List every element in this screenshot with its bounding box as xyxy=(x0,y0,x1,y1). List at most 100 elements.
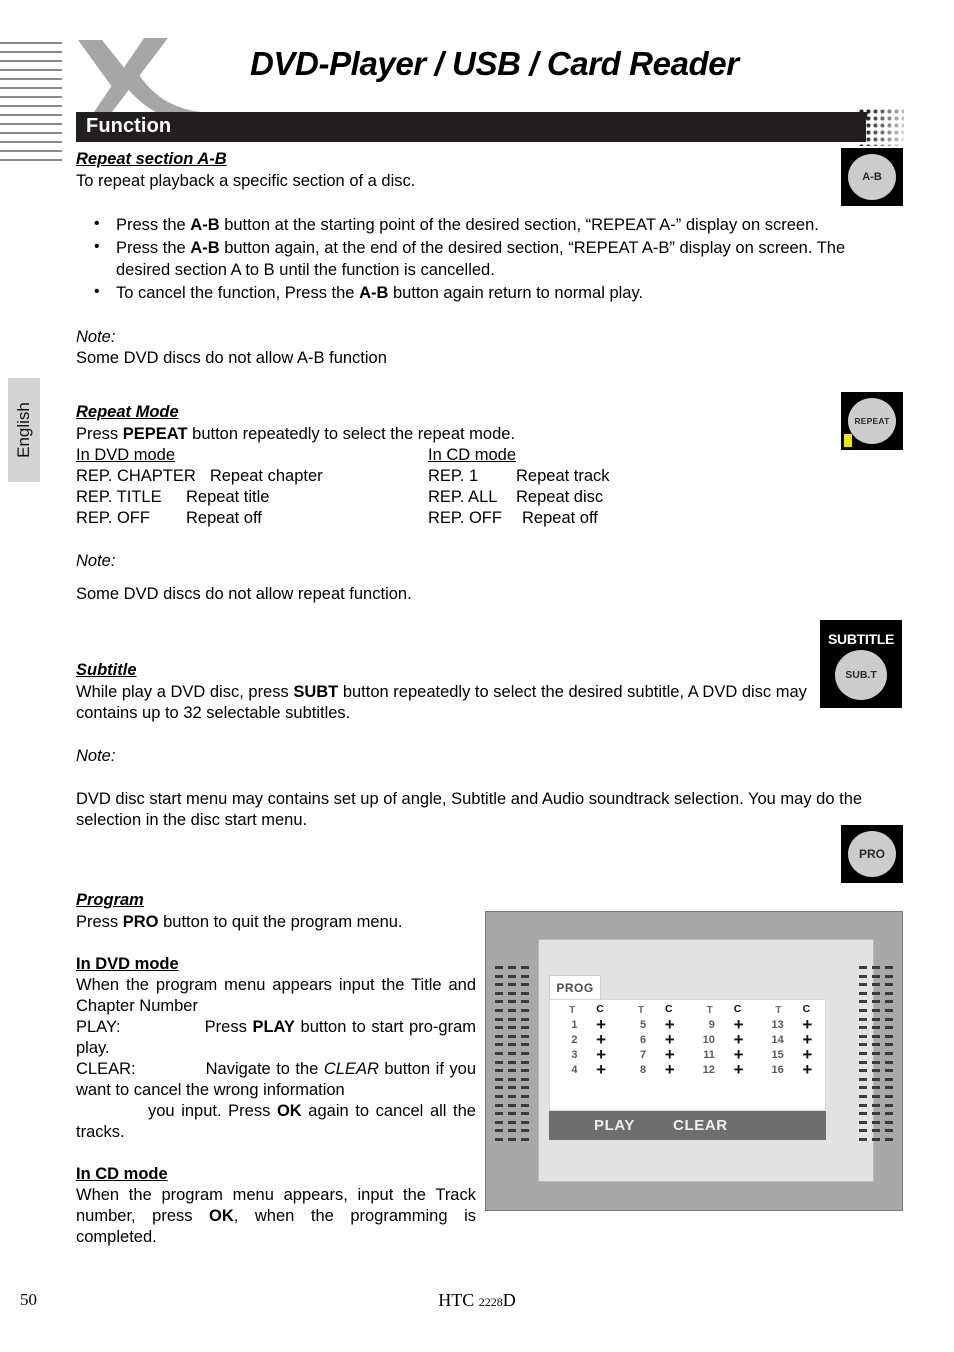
repeat-mode-intro: Press PEPEAT button repeatedly to select… xyxy=(76,424,898,445)
grille-dash xyxy=(859,991,867,995)
section-bar-halftone xyxy=(858,108,904,146)
cell-cd-key: REP. OFF xyxy=(428,509,502,527)
osd-col-header-title: T xyxy=(775,1003,784,1016)
subtitle-body-key: SUBT xyxy=(293,683,339,701)
cell-dvd-key: REP. TITLE xyxy=(76,488,162,506)
speaker-grille-left-icon xyxy=(495,966,529,1148)
list-item: To cancel the function, Press the A-B bu… xyxy=(76,281,898,304)
repeat-mode-table: In DVD mode In CD mode REP. CHAPTER Repea… xyxy=(76,445,898,529)
grille-dash xyxy=(508,1086,516,1090)
language-tab-label: English xyxy=(14,402,34,458)
grille-dash xyxy=(508,983,516,987)
grille-row xyxy=(495,1112,529,1116)
grille-dash xyxy=(508,974,516,978)
grille-dash xyxy=(885,983,893,987)
grille-row xyxy=(495,1034,529,1038)
subtitle-heading: Subtitle xyxy=(76,661,137,679)
section-bar-label: Function xyxy=(86,115,172,137)
grille-dash xyxy=(872,1008,880,1012)
language-tab-english[interactable]: English xyxy=(8,378,40,482)
osd-clear-button[interactable]: CLEAR xyxy=(673,1117,728,1134)
grille-dash xyxy=(521,1026,529,1030)
grille-dash xyxy=(495,991,503,995)
osd-entry-number: 14 xyxy=(771,1033,784,1046)
table-row: 2 +6 +10 +14 + xyxy=(550,1031,825,1048)
grille-dash xyxy=(885,1008,893,1012)
grille-dash xyxy=(495,1051,503,1055)
osd-entry-mark[interactable]: + xyxy=(721,1061,756,1078)
program-intro-post: button to quit the program menu. xyxy=(158,913,403,931)
grille-dash xyxy=(872,1069,880,1073)
section-repeat-mode: Repeat Mode Press PEPEAT button repeated… xyxy=(76,403,898,605)
osd-entry-mark[interactable]: + xyxy=(652,1061,687,1078)
repeat-ab-note-text: Some DVD discs do not allow A-B function xyxy=(76,349,387,367)
model-identifier: HTC 2228D xyxy=(0,1290,954,1311)
grille-dash xyxy=(508,991,516,995)
grille-dash xyxy=(872,1137,880,1141)
grille-row xyxy=(859,1026,893,1030)
osd-entry-mark[interactable]: + xyxy=(790,1061,825,1078)
grille-row xyxy=(495,1008,529,1012)
osd-entry-number: 3 xyxy=(571,1048,578,1061)
grille-dash xyxy=(885,1103,893,1107)
grille-dash xyxy=(872,1086,880,1090)
grille-dash xyxy=(508,1051,516,1055)
bullet-text-pre: Press the xyxy=(116,239,191,257)
program-menu-screenshot: PROG T C T C T C T C 1 +5 +9 +13 +2 +6 +10 +14 +3 +7 +11 +1… xyxy=(485,911,903,1211)
table-row: 1 +5 +9 +13 + xyxy=(550,1016,825,1033)
grille-row xyxy=(859,1120,893,1124)
grille-dash xyxy=(885,1069,893,1073)
grille-dash xyxy=(521,1077,529,1081)
grille-dash xyxy=(872,983,880,987)
grille-dash xyxy=(885,1034,893,1038)
osd-play-button[interactable]: PLAY xyxy=(594,1117,635,1134)
osd-entry-mark[interactable]: + xyxy=(583,1061,618,1078)
osd-entry-number: 8 xyxy=(640,1063,647,1076)
grille-dash xyxy=(885,1112,893,1116)
grille-dash xyxy=(872,966,880,969)
osd-entry-number: 2 xyxy=(571,1033,578,1046)
repeat-ab-intro: To repeat playback a specific section of… xyxy=(76,172,416,190)
grille-dash xyxy=(859,983,867,987)
repeat-mode-intro-key: PEPEAT xyxy=(122,425,188,443)
grille-dash xyxy=(521,1017,529,1021)
grille-dash xyxy=(872,1026,880,1030)
grille-row xyxy=(859,1129,893,1133)
cell-cd-key: REP. 1 xyxy=(428,467,479,485)
section-subtitle: Subtitle While play a DVD disc, press SU… xyxy=(76,661,898,831)
program-dvd-play-pre: Press xyxy=(204,1018,253,1036)
grille-row xyxy=(495,1129,529,1133)
table-header-row: In DVD mode In CD mode xyxy=(76,445,898,466)
osd-action-bar: PLAY CLEAR xyxy=(549,1111,826,1140)
cell-dvd-val: Repeat chapter xyxy=(209,467,323,485)
grille-dash xyxy=(495,1137,503,1141)
grille-row xyxy=(859,983,893,987)
repeat-mode-col-cd: In CD mode xyxy=(428,446,517,464)
table-row: 3 +7 +11 +15 + xyxy=(550,1046,825,1063)
osd-entry-number: 11 xyxy=(703,1048,715,1061)
program-dvd-line1: When the program menu appears input the … xyxy=(76,976,476,1015)
grille-dash xyxy=(495,1112,503,1116)
grille-dash xyxy=(508,1008,516,1012)
grille-dash xyxy=(859,1017,867,1021)
list-item: Press the A-B button at the starting poi… xyxy=(76,213,898,236)
grille-dash xyxy=(508,1129,516,1133)
subtitle-body-pre: While play a DVD disc, press xyxy=(76,683,294,701)
grille-dash xyxy=(859,1051,867,1055)
grille-row xyxy=(859,1094,893,1098)
grille-dash xyxy=(885,1000,893,1004)
table-row: REP. CHAPTER Repeat chapter REP. 1 Repeat … xyxy=(76,466,898,487)
cell-cd-val: Repeat track xyxy=(516,467,610,485)
grille-dash xyxy=(859,1077,867,1081)
program-cd-key: OK xyxy=(209,1207,234,1225)
program-dvd-play-key: PLAY xyxy=(252,1018,295,1036)
program-intro-key: PRO xyxy=(122,913,159,931)
model-prefix: HTC xyxy=(438,1290,475,1310)
grille-row xyxy=(859,974,893,978)
program-dvd-play-label: PLAY: xyxy=(76,1018,121,1036)
grille-dash xyxy=(885,1094,893,1098)
grille-dash xyxy=(495,1060,503,1064)
cell-cd-key: REP. ALL xyxy=(428,488,498,506)
repeat-mode-intro-post: button repeatedly to select the repeat m… xyxy=(187,425,516,443)
grille-dash xyxy=(521,991,529,995)
